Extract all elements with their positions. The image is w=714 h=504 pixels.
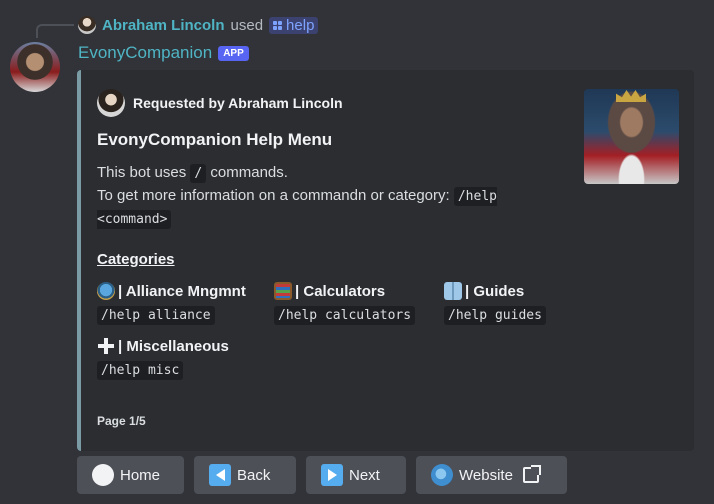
next-button[interactable]: Next bbox=[306, 456, 406, 494]
desc-line1-pre: This bot uses bbox=[97, 164, 187, 181]
embed-author: Requested by Abraham Lincoln bbox=[97, 89, 343, 117]
field-calculators-name: | Calculators bbox=[295, 282, 386, 300]
reply-username[interactable]: Abraham Lincoln bbox=[102, 17, 225, 34]
slash-command-label: help bbox=[286, 16, 315, 34]
field-miscellaneous: | Miscellaneous /help misc bbox=[97, 335, 229, 380]
field-misc-command: /help misc bbox=[97, 361, 184, 380]
embed-footer-page: Page 1/5 bbox=[97, 414, 146, 428]
slash-code: / bbox=[190, 164, 207, 183]
home-button[interactable]: Home bbox=[77, 456, 184, 494]
arrow-right-icon bbox=[321, 464, 343, 486]
field-calculators: | Calculators /help calculators bbox=[274, 280, 416, 325]
reply-avatar[interactable] bbox=[78, 16, 96, 34]
bot-username[interactable]: EvonyCompanion bbox=[78, 43, 212, 63]
desc-line2-pre: To get more information on a commandn or… bbox=[97, 187, 450, 204]
embed-description: This bot uses / commands. To get more in… bbox=[97, 162, 567, 231]
embed-title: EvonyCompanion Help Menu bbox=[97, 130, 333, 149]
slash-command-mention[interactable]: help bbox=[269, 16, 319, 34]
reply-used-text: used bbox=[230, 16, 264, 34]
website-button-label: Website bbox=[459, 466, 513, 484]
external-link-icon bbox=[522, 465, 541, 483]
field-alliance-command: /help alliance bbox=[97, 306, 215, 325]
embed-thumbnail[interactable] bbox=[584, 89, 679, 184]
globe-icon bbox=[431, 464, 453, 486]
field-guides-command: /help guides bbox=[444, 306, 546, 325]
app-badge: APP bbox=[218, 45, 249, 61]
book-icon bbox=[444, 282, 462, 300]
categories-heading: Categories bbox=[97, 251, 175, 268]
abacus-icon bbox=[274, 282, 292, 300]
home-button-label: Home bbox=[120, 466, 161, 484]
white-circle-icon bbox=[92, 464, 114, 486]
bot-avatar[interactable] bbox=[10, 42, 60, 92]
globe-icon bbox=[97, 282, 115, 300]
field-alliance-name: | Alliance Mngmnt bbox=[118, 282, 246, 300]
back-button[interactable]: Back bbox=[194, 456, 296, 494]
requester-avatar bbox=[97, 89, 125, 117]
button-row: Home Back Next Website bbox=[77, 456, 567, 494]
reply-header: Abraham Lincoln used help bbox=[78, 15, 319, 35]
reply-connector bbox=[36, 24, 74, 38]
arrow-left-icon bbox=[209, 464, 231, 486]
field-misc-name: | Miscellaneous bbox=[118, 337, 229, 355]
field-calculators-command: /help calculators bbox=[274, 306, 416, 325]
field-guides-name: | Guides bbox=[465, 282, 525, 300]
field-guides: | Guides /help guides bbox=[444, 280, 546, 325]
desc-line1-post: commands. bbox=[210, 164, 288, 181]
help-embed: Requested by Abraham Lincoln EvonyCompan… bbox=[77, 70, 694, 451]
plus-icon bbox=[97, 337, 115, 355]
message-author-row: EvonyCompanion APP bbox=[78, 43, 249, 63]
requested-by-text: Requested by Abraham Lincoln bbox=[133, 95, 343, 111]
back-button-label: Back bbox=[237, 466, 271, 484]
website-link-button[interactable]: Website bbox=[416, 456, 567, 494]
app-command-icon bbox=[273, 20, 283, 30]
field-alliance: | Alliance Mngmnt /help alliance bbox=[97, 280, 246, 325]
next-button-label: Next bbox=[349, 466, 380, 484]
